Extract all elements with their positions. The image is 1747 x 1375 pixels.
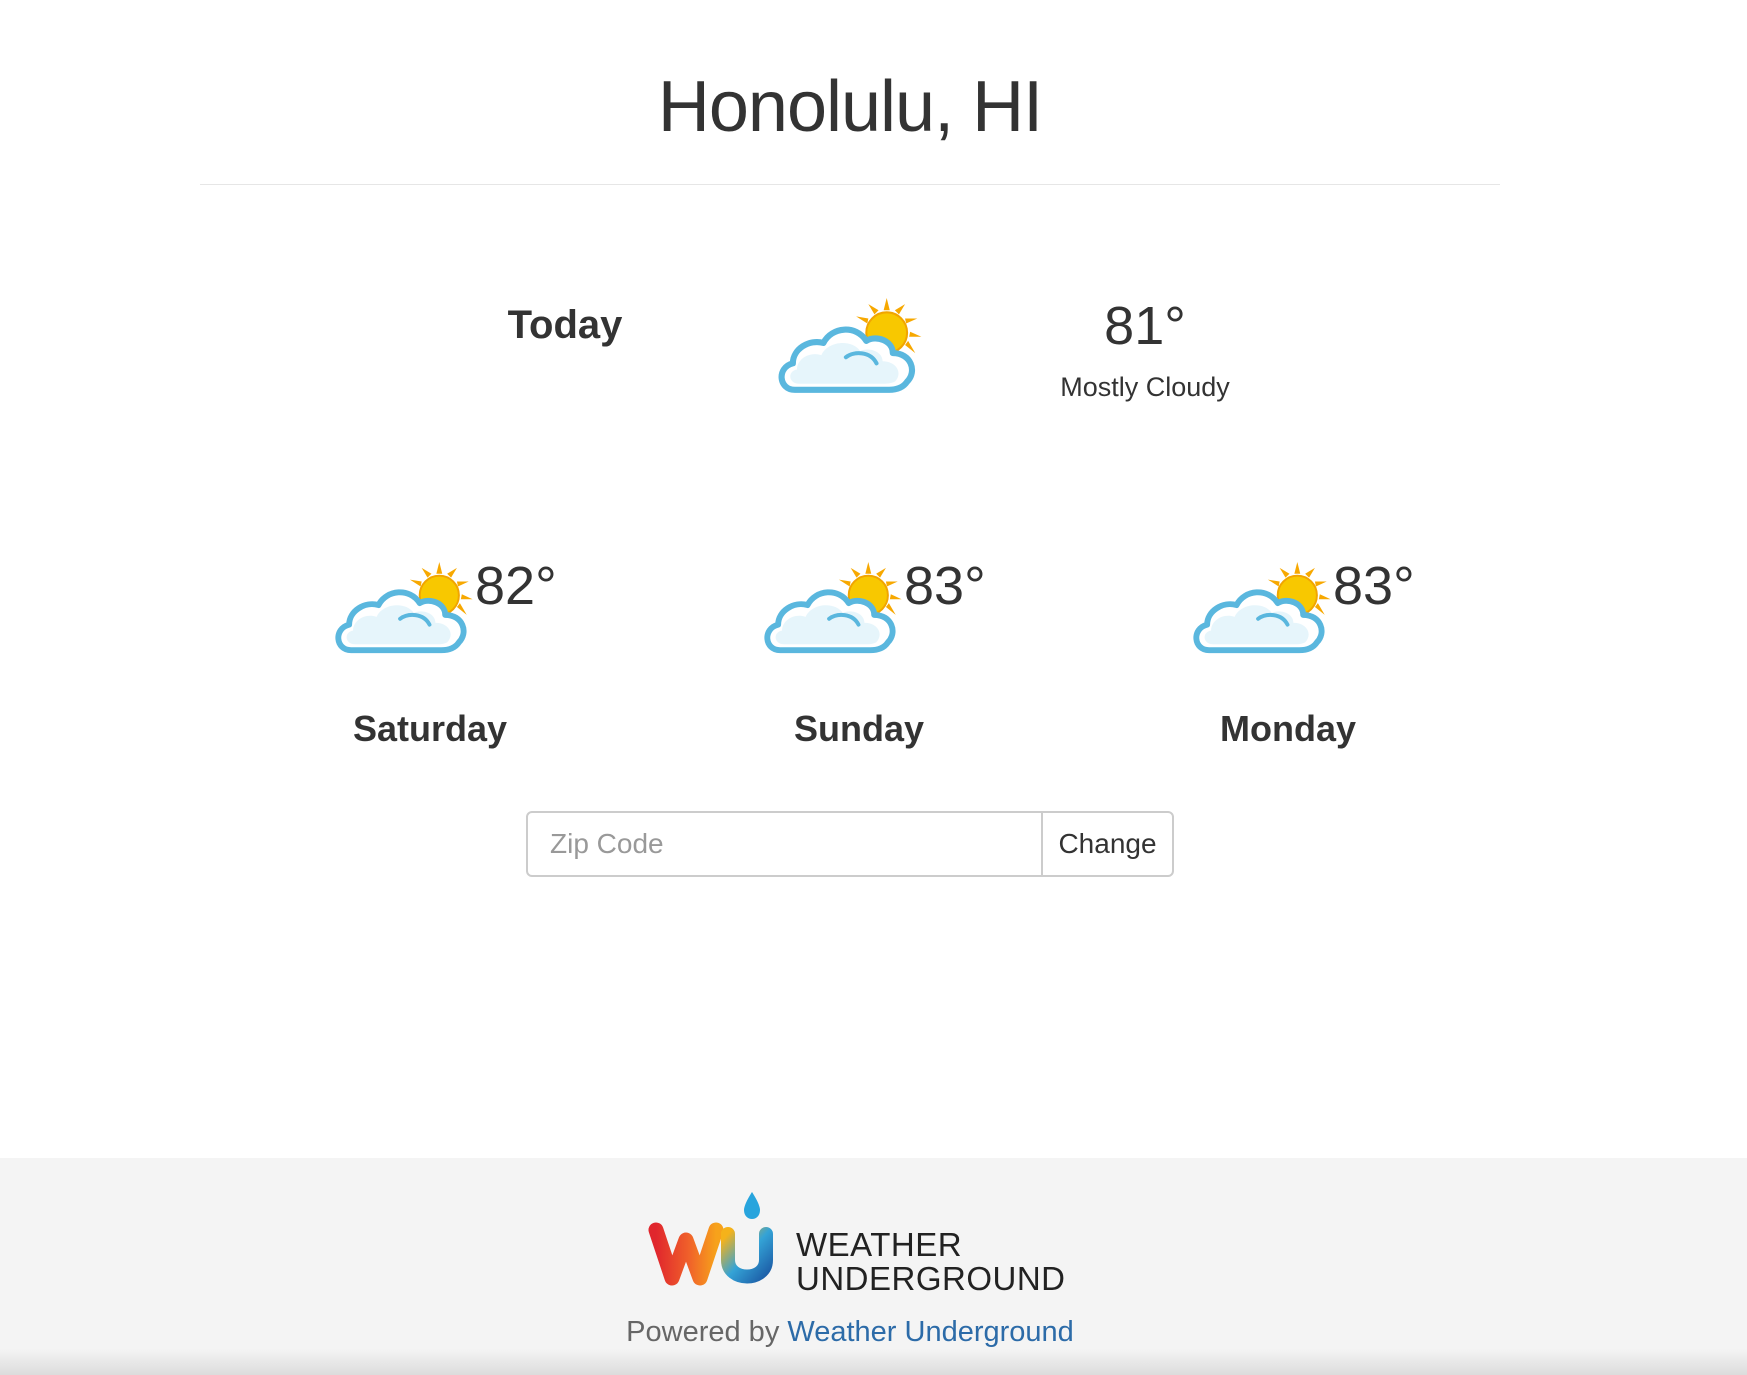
forecast-day-sunday: 83° Sunday <box>739 556 1059 756</box>
forecast-day-name: Saturday <box>352 708 508 749</box>
mostly-cloudy-icon <box>759 560 909 658</box>
forecast-temperature: 83° <box>1333 556 1415 616</box>
forecast-day-saturday: 82° Saturday <box>310 556 630 756</box>
footer: WEATHER UNDERGROUND Powered by Weather U… <box>0 1158 1747 1375</box>
weather-page: Honolulu, HI Today 81° Mostly Cloudy 82°… <box>0 0 1747 1375</box>
change-button[interactable]: Change <box>1042 811 1174 877</box>
forecast-temperature: 83° <box>904 556 986 616</box>
mostly-cloudy-icon <box>1188 560 1338 658</box>
forecast-day-monday: 83° Monday <box>1168 556 1488 756</box>
divider <box>200 184 1500 185</box>
weather-underground-logo[interactable]: WEATHER UNDERGROUND <box>648 1182 1068 1296</box>
logo-text-weather: WEATHER <box>796 1226 963 1263</box>
mostly-cloudy-icon <box>773 296 929 398</box>
zip-code-input[interactable] <box>526 811 1042 877</box>
powered-by-prefix: Powered by <box>626 1316 780 1348</box>
zip-code-form: Change <box>526 811 1174 877</box>
today-temperature: 81° <box>1104 296 1186 356</box>
footer-shadow <box>0 1349 1747 1375</box>
page-title: Honolulu, HI <box>657 67 1043 147</box>
forecast-day-name: Sunday <box>793 708 925 749</box>
forecast-temperature: 82° <box>475 556 557 616</box>
forecast-day-name: Monday <box>1219 708 1356 749</box>
logo-text-underground: UNDERGROUND <box>796 1260 1066 1297</box>
wu-logo-icon <box>648 1192 773 1286</box>
powered-by-text: Powered by Weather Underground <box>0 1314 1700 1350</box>
today-label: Today <box>507 303 623 347</box>
today-condition: Mostly Cloudy <box>1060 372 1230 402</box>
mostly-cloudy-icon <box>330 560 480 658</box>
weather-underground-link[interactable]: Weather Underground <box>787 1316 1073 1348</box>
